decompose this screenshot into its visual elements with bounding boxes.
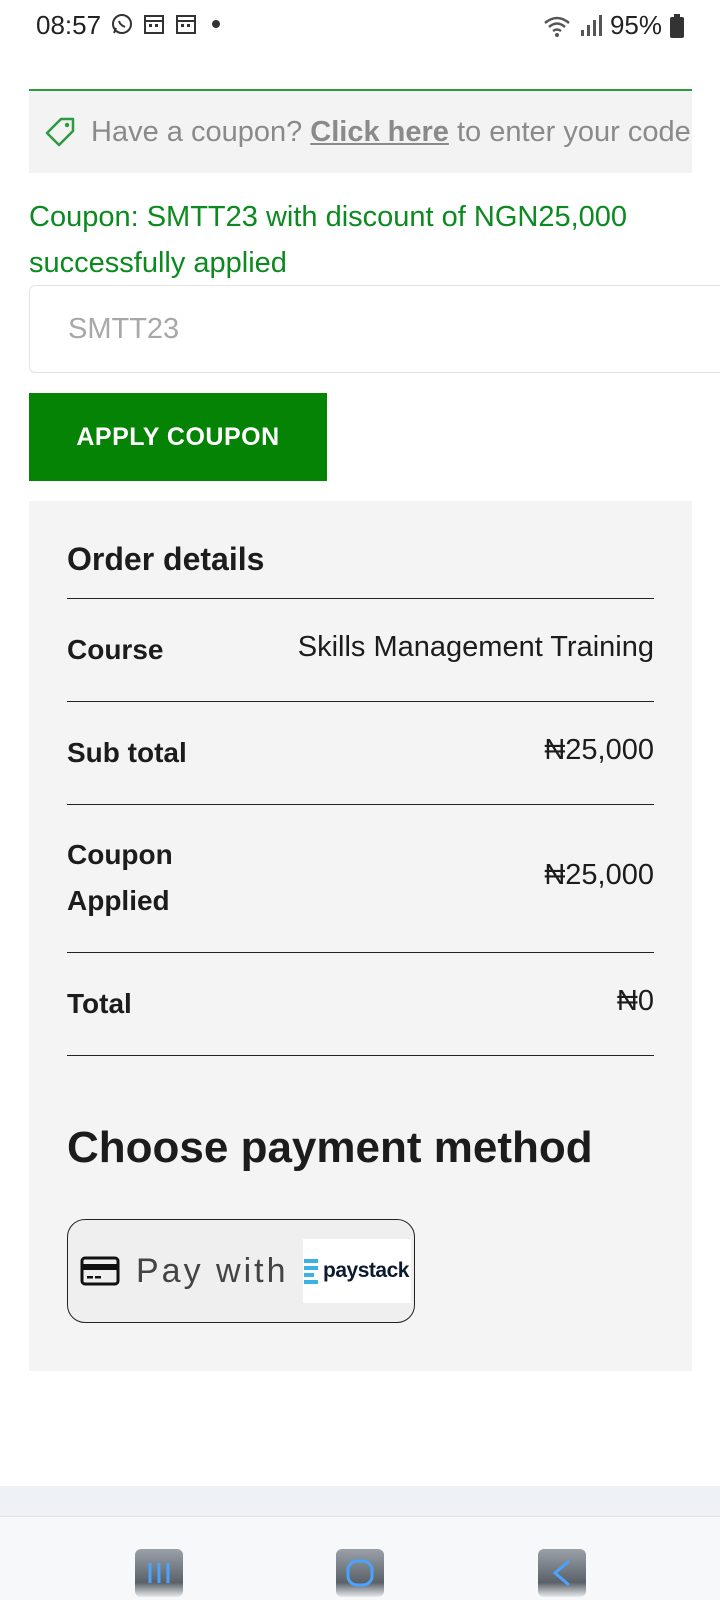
calendar-icon	[176, 15, 196, 34]
coupon-notice: Have a coupon? Click here to enter your …	[29, 89, 692, 173]
row-label-course: Course	[67, 634, 164, 665]
paystack-logo-icon	[304, 1258, 319, 1284]
recent-apps-icon[interactable]	[135, 1549, 183, 1597]
whatsapp-icon	[112, 14, 132, 34]
wifi-icon	[544, 16, 570, 37]
paystack-logo: paystack	[302, 1239, 411, 1303]
row-label-total: Total	[67, 988, 132, 1019]
coupon-notice-prefix: Have a coupon?	[91, 115, 311, 148]
row-value-course: Skills Management Training	[297, 631, 654, 663]
checkout-page: 08:57 95% Have a coupon? Click here to e…	[0, 0, 720, 1600]
row-value-subtotal: ₦25,000	[544, 734, 654, 766]
calendar-icon	[144, 15, 164, 34]
divider	[67, 598, 654, 599]
divider	[67, 804, 654, 805]
system-nav-bar	[0, 1516, 720, 1600]
system-icons: 95%	[542, 10, 684, 41]
signal-icon	[580, 14, 602, 36]
apply-coupon-button[interactable]: APPLY COUPON	[29, 393, 327, 481]
tag-icon	[45, 117, 75, 147]
order-details-title: Order details	[67, 541, 265, 577]
dot-icon	[212, 20, 220, 28]
divider	[67, 952, 654, 953]
page-footer-strip	[0, 1486, 720, 1516]
status-time: 08:57	[36, 10, 102, 40]
pay-with-paystack-button[interactable]: Pay with paystack	[67, 1219, 415, 1323]
row-label-subtotal: Sub total	[67, 737, 187, 768]
divider	[67, 1055, 654, 1056]
click-here-link[interactable]: Click here	[310, 116, 449, 148]
coupon-code-input[interactable]: SMTT23	[29, 285, 720, 373]
order-details-panel: Order details Course Skills Management T…	[29, 501, 692, 1371]
coupon-notice-suffix: to enter your code	[448, 115, 691, 148]
paystack-wordmark: paystack	[323, 1259, 409, 1282]
coupon-success-message: Coupon: SMTT23 with discount of NGN25,00…	[29, 201, 628, 279]
coupon-notice-text: Have a coupon? Click here to enter your …	[91, 116, 691, 149]
pay-with-label: Pay with	[136, 1251, 289, 1290]
home-icon[interactable]	[336, 1549, 384, 1597]
credit-card-icon	[80, 1256, 120, 1286]
row-value-total: ₦0	[616, 985, 654, 1017]
payment-method-title: Choose payment method	[67, 1123, 593, 1172]
row-label-coupon-applied: Coupon Applied	[67, 839, 173, 916]
status-bar: 08:57 95%	[0, 0, 720, 52]
battery-percent: 95%	[609, 10, 662, 40]
divider	[67, 701, 654, 702]
notification-icons	[110, 12, 220, 36]
battery-icon	[670, 13, 684, 38]
back-icon[interactable]	[538, 1549, 586, 1597]
row-value-coupon-applied: ₦25,000	[544, 859, 654, 891]
